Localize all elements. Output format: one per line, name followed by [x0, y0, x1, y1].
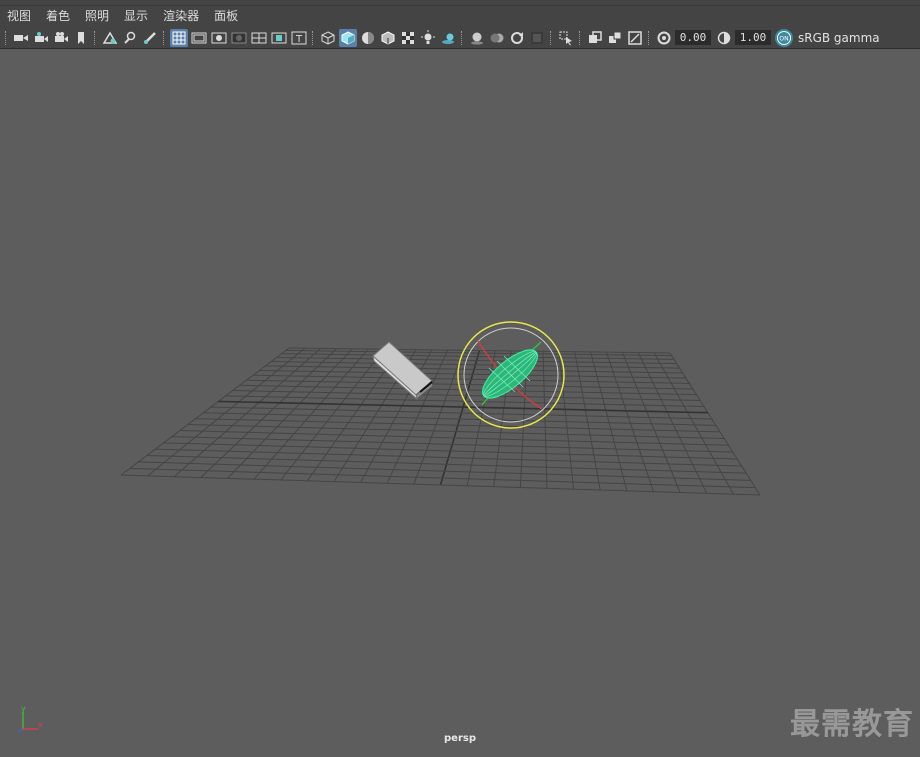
grid-line: [606, 352, 654, 492]
grid-icon[interactable]: [170, 28, 188, 47]
wireframe-icon[interactable]: [319, 29, 337, 47]
gamma-icon[interactable]: [715, 29, 733, 47]
toolbar-separator: [312, 30, 315, 45]
grid-line: [155, 448, 742, 467]
use-all-lights-icon[interactable]: [419, 29, 437, 47]
watermark-text: 最需教育: [790, 707, 914, 742]
grease-pencil-icon[interactable]: [141, 29, 159, 47]
select-camera-icon[interactable]: [12, 29, 30, 47]
color-space-dropdown[interactable]: sRGB gamma: [798, 31, 880, 45]
image-plane-icon[interactable]: [101, 29, 119, 47]
grid-line: [252, 374, 690, 384]
resolution-gate-icon[interactable]: [210, 29, 228, 47]
axis-x-label: x: [38, 720, 43, 729]
menu-renderer[interactable]: 渲染器: [156, 6, 207, 27]
view-axis-indicator: y x: [17, 704, 43, 733]
svg-text:T: T: [295, 34, 303, 45]
bookmarks-icon[interactable]: [52, 29, 70, 47]
perspective-viewport[interactable]: [0, 49, 920, 757]
gamma-field[interactable]: 1.00: [735, 30, 771, 45]
scene-canvas[interactable]: [0, 49, 920, 757]
field-chart-icon[interactable]: [250, 29, 268, 47]
exposure-icon[interactable]: [655, 29, 673, 47]
default-material-icon[interactable]: [359, 29, 377, 47]
grid-line: [558, 351, 575, 490]
grid-line: [146, 454, 747, 474]
color-management-icon[interactable]: ON: [775, 28, 793, 47]
grid-line: [653, 352, 734, 495]
camera-name-label: persp: [444, 733, 476, 744]
two-d-pan-zoom-icon[interactable]: [121, 29, 139, 47]
xray-icon[interactable]: [586, 29, 604, 47]
toolbar-separator: [579, 30, 582, 45]
film-gate-icon[interactable]: [190, 29, 208, 47]
axis-y-label: y: [21, 704, 26, 713]
screen-space-ao-icon[interactable]: [468, 29, 486, 47]
menu-panels[interactable]: 面板: [207, 6, 246, 27]
shadows-icon[interactable]: [439, 29, 457, 47]
panel-menubar: 视图 着色 照明 显示 渲染器 面板: [0, 6, 920, 27]
menu-shading[interactable]: 着色: [39, 6, 78, 27]
cube-object[interactable]: [372, 341, 434, 401]
menu-lighting[interactable]: 照明: [78, 6, 117, 27]
grid-line: [542, 351, 548, 489]
grid-line: [246, 379, 693, 390]
multisample-aa-icon[interactable]: [508, 29, 526, 47]
grid-line: [637, 352, 708, 494]
toolbar-separator: [163, 30, 166, 45]
safe-action-icon[interactable]: [270, 29, 288, 47]
wireframe-on-shaded-icon[interactable]: [379, 29, 397, 47]
grid-line: [171, 436, 733, 453]
exposure-field[interactable]: 0.00: [675, 30, 711, 45]
camera-attributes-icon[interactable]: [32, 29, 50, 47]
menu-show[interactable]: 显示: [117, 6, 156, 27]
grid-line: [621, 352, 681, 493]
bookmark-icon[interactable]: [72, 29, 90, 47]
toolbar-separator: [461, 30, 464, 45]
toolbar-separator: [94, 30, 97, 45]
xray-joints-icon[interactable]: [626, 29, 644, 47]
ground-grid: [120, 347, 761, 496]
grid-line: [218, 400, 708, 414]
toolbar-separator: [5, 30, 8, 45]
grid-line: [163, 442, 738, 460]
isolate-select-icon[interactable]: [557, 29, 575, 47]
textured-icon[interactable]: [399, 29, 417, 47]
smooth-shade-icon[interactable]: [339, 28, 357, 47]
panel-toolbar: T 0.00 1.00 ON sRGB gamma: [0, 27, 920, 49]
grid-line: [669, 352, 761, 496]
xray-active-components-icon[interactable]: [606, 29, 624, 47]
gate-mask-icon[interactable]: [230, 29, 248, 47]
toolbar-separator: [648, 30, 651, 45]
toolbar-separator: [550, 30, 553, 45]
depth-of-field-icon[interactable]: [528, 29, 546, 47]
motion-blur-icon[interactable]: [488, 29, 506, 47]
menu-view[interactable]: 视图: [0, 6, 39, 27]
grid-line: [120, 347, 290, 476]
safe-title-icon[interactable]: T: [290, 29, 308, 47]
svg-text:ON: ON: [779, 35, 788, 42]
grid-line: [232, 390, 701, 402]
